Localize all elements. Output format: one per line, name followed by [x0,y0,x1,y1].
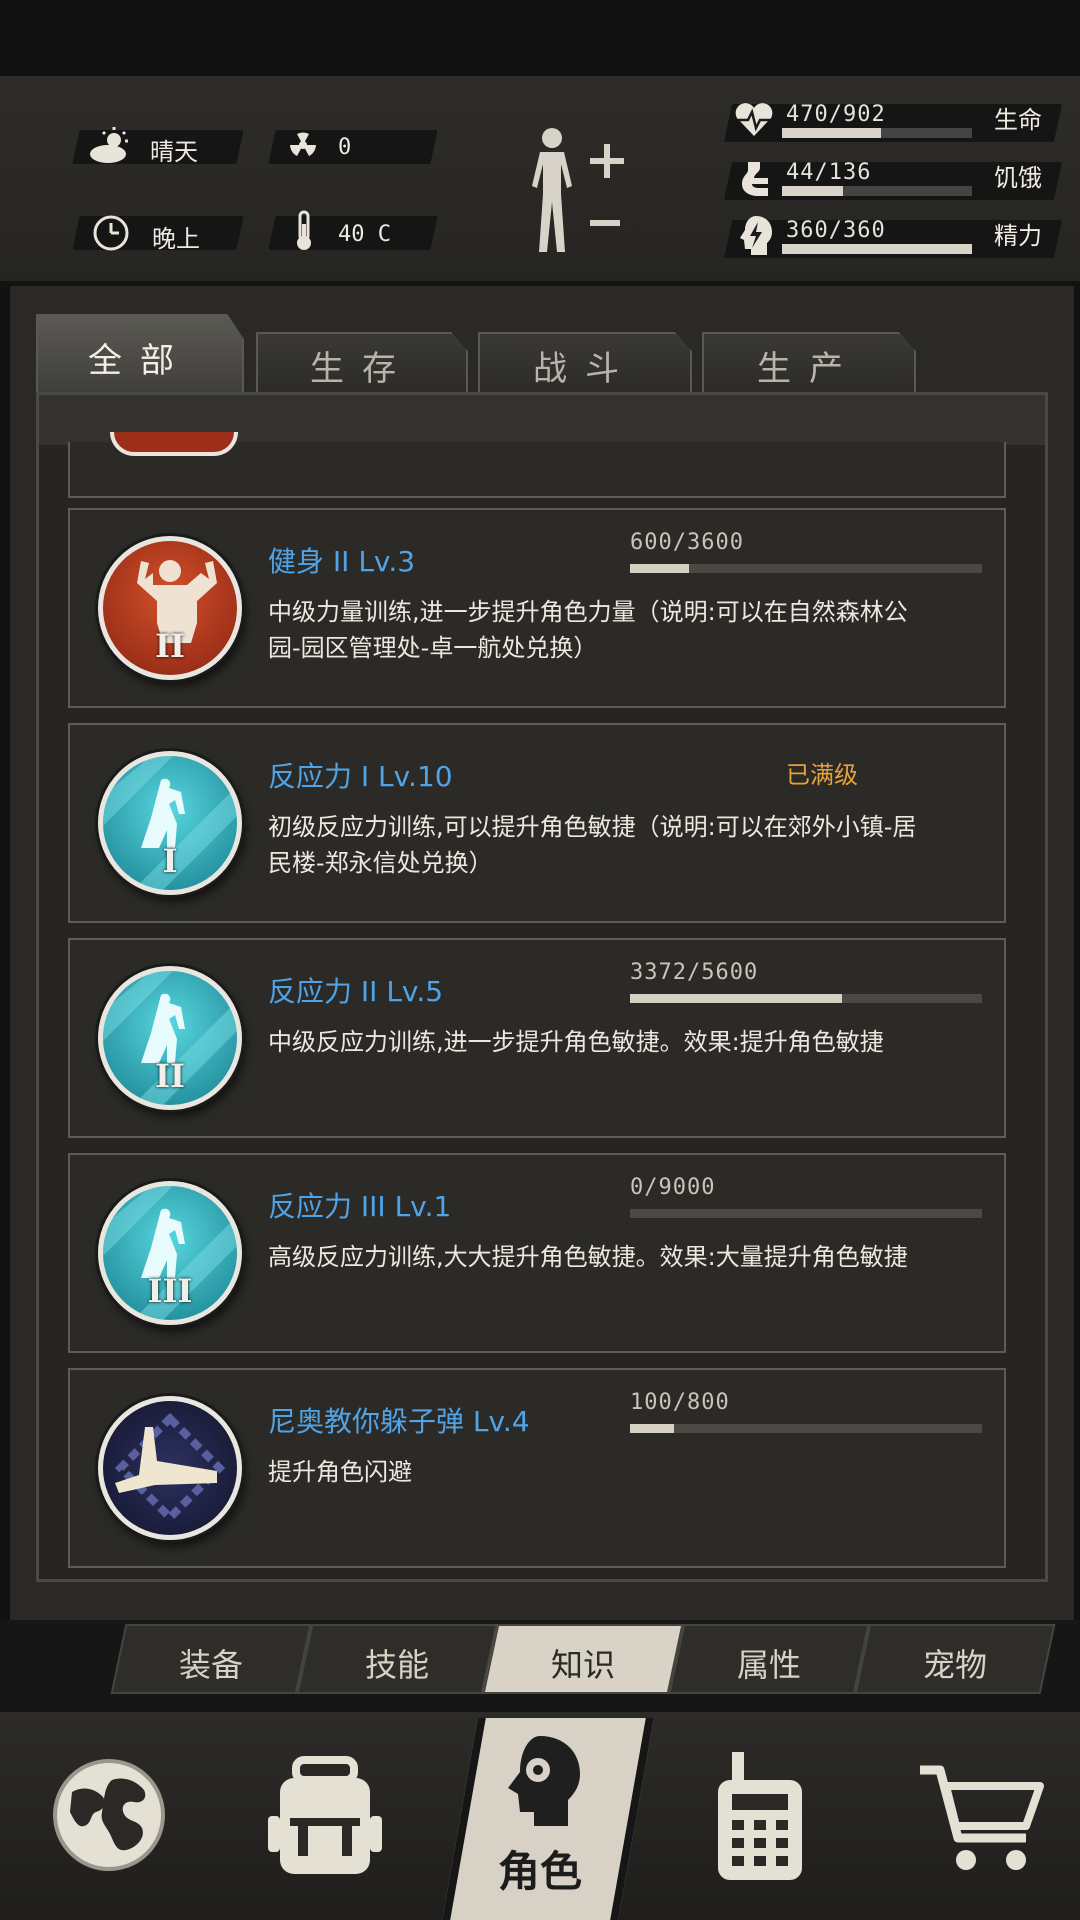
skill-title: 健身 II Lv.3 [268,545,416,578]
temperature-value: 40 C [338,222,391,247]
time-of-day-text: 晚上 [152,225,200,253]
energy-value: 360/360 [786,218,886,243]
max-level-badge: 已满级 [786,761,858,789]
role-head-icon [508,1736,580,1826]
agility-icon: III [98,1181,242,1325]
tier-roman: I [162,842,178,880]
skill-title: 尼奥教你躲子弹 Lv.4 [268,1405,530,1438]
flex-muscle-icon: II [98,536,242,680]
skill-progress-fill [630,994,842,1003]
globe-icon[interactable] [50,1756,168,1874]
clock-icon [93,215,129,251]
backpack-icon[interactable] [266,1756,384,1880]
skill-title: 反应力 II Lv.5 [268,975,444,1008]
tier-roman: II [155,627,185,665]
hunger-bar-fill [782,186,843,196]
skill-title: 反应力 I Lv.10 [268,760,453,793]
energy-head-icon [740,216,772,255]
strength-icon-partial [110,432,238,456]
radiation-icon [290,132,316,156]
tier-roman: III [147,1272,193,1310]
tab-survival[interactable]: 生存 [256,332,468,396]
skill-progress-text: 0/9000 [630,1175,716,1200]
subnav-attributes-label: 属性 [736,1646,801,1684]
radiation-value: 0 [338,135,352,160]
skill-progress-text: 100/800 [630,1390,730,1415]
skill-progress-bar [630,564,982,573]
heart-icon [735,103,773,136]
tab-production[interactable]: 生产 [702,332,916,396]
tab-all[interactable]: 全部 [36,314,244,398]
agility-icon: I [98,751,242,895]
role-tab-label: 角色 [497,1847,582,1896]
subnav-equipment-label: 装备 [178,1646,243,1684]
health-value: 470/902 [786,102,886,127]
subnav-skills-label: 技能 [364,1646,429,1684]
skill-description: 中级力量训练,进一步提升角色力量（说明:可以在自然森林公园-园区管理处-卓一航处… [268,598,908,662]
dodge-bullet-icon [98,1396,242,1540]
body-status-icon[interactable] [520,124,630,260]
skill-description: 初级反应力训练,可以提升角色敏捷（说明:可以在郊外小镇-居民楼-郑永信处兑换） [268,813,917,877]
skill-progress-text: 3372/5600 [630,960,759,985]
cart-icon[interactable] [916,1760,1046,1878]
skill-progress-text: 600/3600 [630,530,744,555]
skill-row[interactable]: II 反应力 II Lv.5 3372/5600 中级反应力训练,进一步提升角色… [68,938,1006,1138]
skill-row[interactable]: I 反应力 I Lv.10 已满级 初级反应力训练,可以提升角色敏捷（说明:可以… [68,723,1006,923]
skill-progress-fill [630,564,689,573]
skill-row[interactable]: 尼奥教你躲子弹 Lv.4 100/800 提升角色闪避 [68,1368,1006,1568]
skill-row[interactable]: III 反应力 III Lv.1 0/9000 高级反应力训练,大大提升角色敏捷… [68,1153,1006,1353]
thermometer-icon [297,210,311,250]
health-bar-fill [782,128,881,138]
energy-bar-fill [782,244,972,254]
energy-label: 精力 [994,222,1042,250]
agility-icon: II [98,966,242,1110]
skill-progress-bar [630,1424,982,1433]
health-bar [782,128,972,138]
weather-text: 晴天 [150,138,198,166]
subnav-knowledge-label: 知识 [550,1646,615,1684]
tier-roman: II [155,1057,185,1095]
skill-description: 高级反应力训练,大大提升角色敏捷。效果:大量提升角色敏捷 [268,1243,908,1271]
hunger-label: 饥饿 [994,164,1042,192]
hunger-bar [782,186,972,196]
subnav-pets-label: 宠物 [922,1646,987,1684]
skill-title: 反应力 III Lv.1 [268,1190,452,1223]
skill-description: 提升角色闪避 [268,1458,412,1486]
walkie-talkie-icon[interactable] [712,1750,808,1886]
list-item-partial[interactable] [68,432,1006,498]
skill-description: 中级反应力训练,进一步提升角色敏捷。效果:提升角色敏捷 [268,1028,884,1056]
tab-combat[interactable]: 战斗 [478,332,692,396]
health-label: 生命 [994,106,1042,134]
weather-sunny-icon [90,127,128,163]
skill-progress-fill [630,1424,674,1433]
skill-progress-bar [630,1209,982,1218]
energy-bar [782,244,972,254]
hunger-value: 44/136 [786,160,872,185]
stomach-icon [742,162,768,196]
skill-row[interactable]: II 健身 II Lv.3 600/3600 中级力量训练,进一步提升角色力量（… [68,508,1006,708]
skill-progress-bar [630,994,982,1003]
